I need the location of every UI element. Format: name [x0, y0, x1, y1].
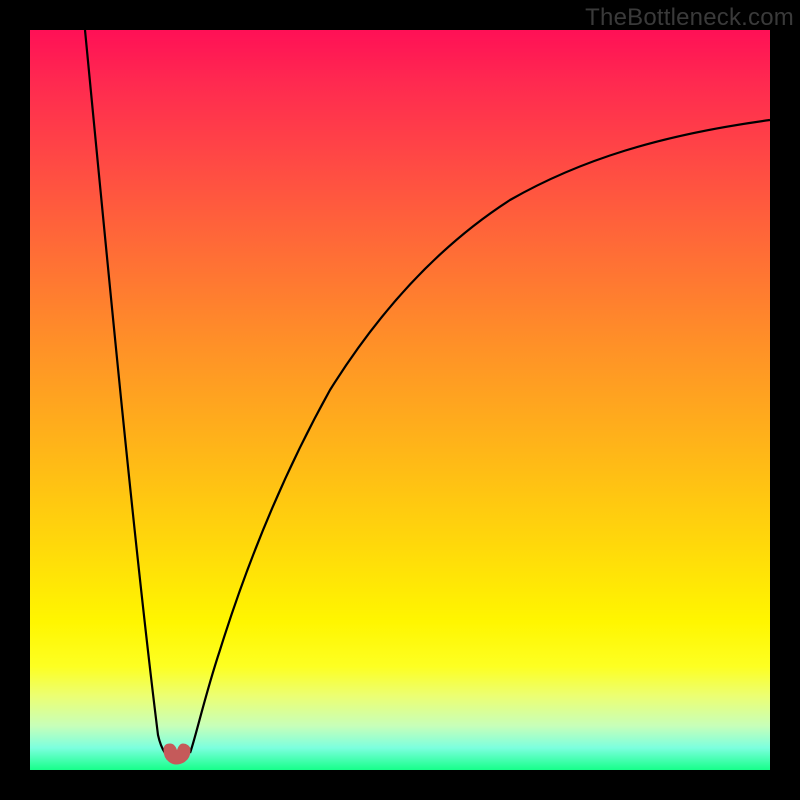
- left-branch-path: [85, 30, 165, 753]
- watermark-text: TheBottleneck.com: [585, 4, 794, 32]
- right-branch-path: [190, 120, 770, 753]
- plot-frame: [30, 30, 770, 770]
- valley-marker-path: [164, 744, 190, 764]
- bottleneck-curve-svg: [30, 30, 770, 770]
